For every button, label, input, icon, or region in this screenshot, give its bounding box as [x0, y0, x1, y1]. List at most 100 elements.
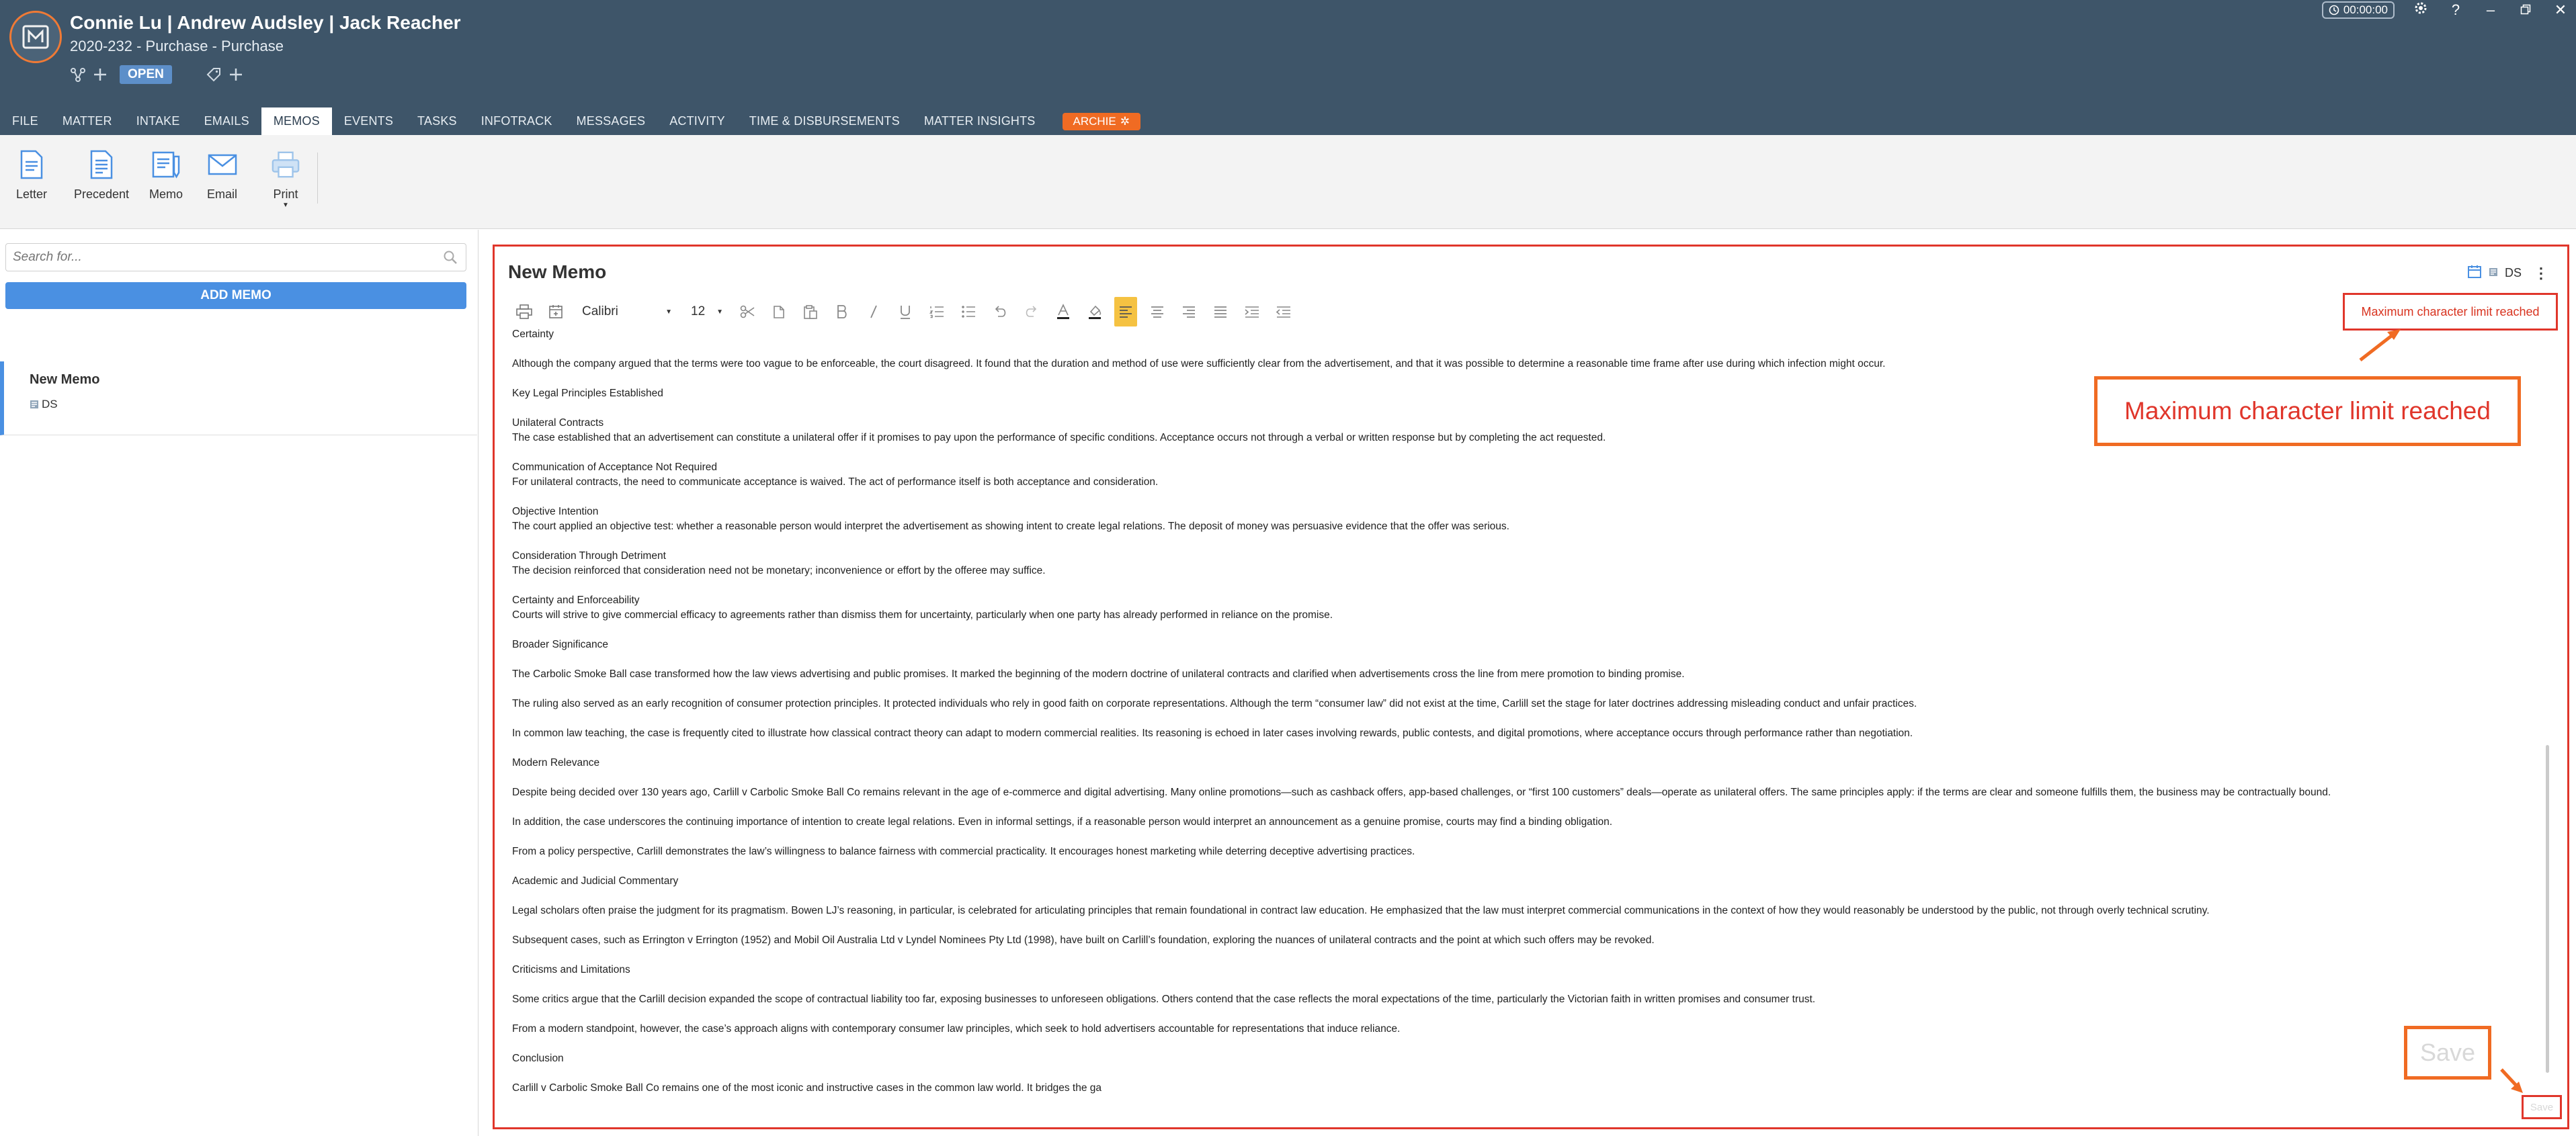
- cut-icon[interactable]: [731, 297, 763, 326]
- precedent-icon: [87, 148, 116, 181]
- tab-activity[interactable]: ACTIVITY: [657, 107, 737, 135]
- tab-matter-insights[interactable]: MATTER INSIGHTS: [912, 107, 1048, 135]
- print-button[interactable]: Print ▼: [271, 148, 300, 209]
- memo-button[interactable]: Memo: [149, 148, 183, 202]
- add-tag-icon[interactable]: [228, 67, 243, 82]
- close-icon[interactable]: ✕: [2552, 1, 2569, 19]
- font-family-select[interactable]: Calibri ▼: [571, 300, 680, 324]
- memo-item-author: DS: [30, 398, 58, 411]
- heading-certainty-enforceability: Certainty and Enforceability: [512, 595, 640, 606]
- memo-title[interactable]: New Memo: [508, 261, 606, 283]
- matter-tabs: FILE MATTER INTAKE EMAILS MEMOS EVENTS T…: [0, 107, 1140, 135]
- matter-logo-icon[interactable]: [9, 11, 62, 63]
- matter-header: Connie Lu | Andrew Audsley | Jack Reache…: [0, 0, 2576, 135]
- numbered-list-icon[interactable]: [921, 297, 952, 326]
- gear-icon[interactable]: [2412, 1, 2429, 19]
- tab-tasks[interactable]: TASKS: [405, 107, 469, 135]
- highlight-color-icon[interactable]: [1079, 297, 1110, 326]
- outdent-icon[interactable]: [1268, 297, 1299, 326]
- timer-value: 00:00:00: [2343, 3, 2388, 16]
- align-justify-icon[interactable]: [1204, 297, 1236, 326]
- font-size-select[interactable]: 12 ▼: [680, 300, 731, 324]
- memo-icon: [151, 148, 181, 181]
- insert-date-icon[interactable]: [540, 297, 571, 326]
- more-options-icon[interactable]: ⋮: [2528, 265, 2548, 282]
- add-workflow-icon[interactable]: [93, 67, 108, 82]
- envelope-icon: [208, 148, 237, 181]
- align-right-icon[interactable]: [1173, 297, 1204, 326]
- tab-matter[interactable]: MATTER: [50, 107, 124, 135]
- help-icon[interactable]: ?: [2447, 1, 2464, 19]
- user-icon: [30, 400, 38, 408]
- caret-down-icon: ▼: [282, 202, 289, 209]
- email-button[interactable]: Email: [207, 148, 237, 202]
- paragraph-conclusion: Carlill v Carbolic Smoke Ball Co remains…: [512, 1082, 1102, 1094]
- paragraph: In addition, the case underscores the co…: [512, 816, 1613, 828]
- heading-broader-significance: Broader Significance: [512, 639, 609, 650]
- search-icon[interactable]: [443, 250, 458, 268]
- printer-icon: [271, 148, 300, 181]
- character-limit-callout: Maximum character limit reached: [2094, 376, 2521, 446]
- restore-icon[interactable]: [2517, 1, 2534, 19]
- tab-file[interactable]: FILE: [0, 107, 50, 135]
- letter-button[interactable]: Letter: [16, 148, 47, 202]
- list-item[interactable]: New Memo DS: [0, 361, 477, 435]
- tab-emails[interactable]: EMAILS: [192, 107, 261, 135]
- memo-item-title: New Memo: [30, 372, 100, 387]
- ribbon-divider: [317, 152, 318, 204]
- undo-icon[interactable]: [984, 297, 1015, 326]
- font-size-value: 12: [691, 304, 706, 318]
- bullet-list-icon[interactable]: [952, 297, 984, 326]
- underline-icon[interactable]: [889, 297, 921, 326]
- precedent-button[interactable]: Precedent: [74, 148, 129, 202]
- heading-communication: Communication of Acceptance Not Required: [512, 462, 717, 473]
- calendar-icon[interactable]: [2467, 264, 2482, 282]
- font-family-value: Calibri: [582, 304, 618, 318]
- scroll-thumb[interactable]: [2546, 745, 2549, 1073]
- align-left-icon[interactable]: [1114, 297, 1137, 326]
- paragraph: The decision reinforced that considerati…: [512, 565, 1046, 576]
- tab-events[interactable]: EVENTS: [332, 107, 405, 135]
- header-actions: OPEN: [70, 63, 243, 86]
- sparkle-icon: ✲: [1120, 114, 1130, 128]
- tab-intake[interactable]: INTAKE: [124, 107, 192, 135]
- memo-sidebar: ADD MEMO New Memo DS: [0, 230, 479, 1136]
- tab-memos[interactable]: MEMOS: [261, 107, 332, 135]
- matter-title: Connie Lu | Andrew Audsley | Jack Reache…: [70, 12, 461, 33]
- paragraph: Legal scholars often praise the judgment…: [512, 905, 2210, 916]
- archie-button[interactable]: ARCHIE ✲: [1062, 112, 1140, 130]
- copy-icon[interactable]: [763, 297, 794, 326]
- italic-icon[interactable]: [858, 297, 889, 326]
- heading-consideration: Consideration Through Detriment: [512, 550, 666, 562]
- heading-certainty: Certainty: [512, 329, 554, 340]
- letter-label: Letter: [16, 187, 48, 201]
- add-memo-button[interactable]: ADD MEMO: [5, 282, 466, 309]
- paragraph: The court applied an objective test: whe…: [512, 521, 1509, 532]
- save-button[interactable]: Save: [2522, 1095, 2562, 1119]
- print-icon[interactable]: [508, 297, 540, 326]
- timer-button[interactable]: 00:00:00: [2321, 1, 2395, 19]
- search-input[interactable]: [6, 244, 436, 271]
- workflow-icon[interactable]: [70, 67, 86, 83]
- matter-subtitle: 2020-232 - Purchase - Purchase: [70, 38, 284, 54]
- paste-icon[interactable]: [794, 297, 826, 326]
- font-color-icon[interactable]: [1047, 297, 1079, 326]
- indent-icon[interactable]: [1236, 297, 1268, 326]
- letter-icon: [17, 148, 46, 181]
- tab-messages[interactable]: MESSAGES: [565, 107, 658, 135]
- editor-scrollbar[interactable]: [2541, 334, 2554, 1100]
- tab-time-disbursements[interactable]: TIME & DISBURSEMENTS: [737, 107, 912, 135]
- bold-icon[interactable]: [826, 297, 858, 326]
- tab-infotrack[interactable]: INFOTRACK: [469, 107, 565, 135]
- chevron-down-icon: ▼: [716, 308, 723, 316]
- align-center-icon[interactable]: [1141, 297, 1173, 326]
- heading-academic-commentary: Academic and Judicial Commentary: [512, 875, 679, 887]
- print-label: Print: [273, 187, 298, 201]
- editor-panel-tools: DS ⋮: [2467, 264, 2548, 282]
- paragraph: From a modern standpoint, however, the c…: [512, 1023, 1401, 1035]
- tag-icon[interactable]: [206, 67, 222, 83]
- clock-icon: [2329, 5, 2339, 15]
- redo-icon[interactable]: [1015, 297, 1047, 326]
- status-badge[interactable]: OPEN: [120, 65, 172, 84]
- minimize-icon[interactable]: –: [2482, 1, 2499, 19]
